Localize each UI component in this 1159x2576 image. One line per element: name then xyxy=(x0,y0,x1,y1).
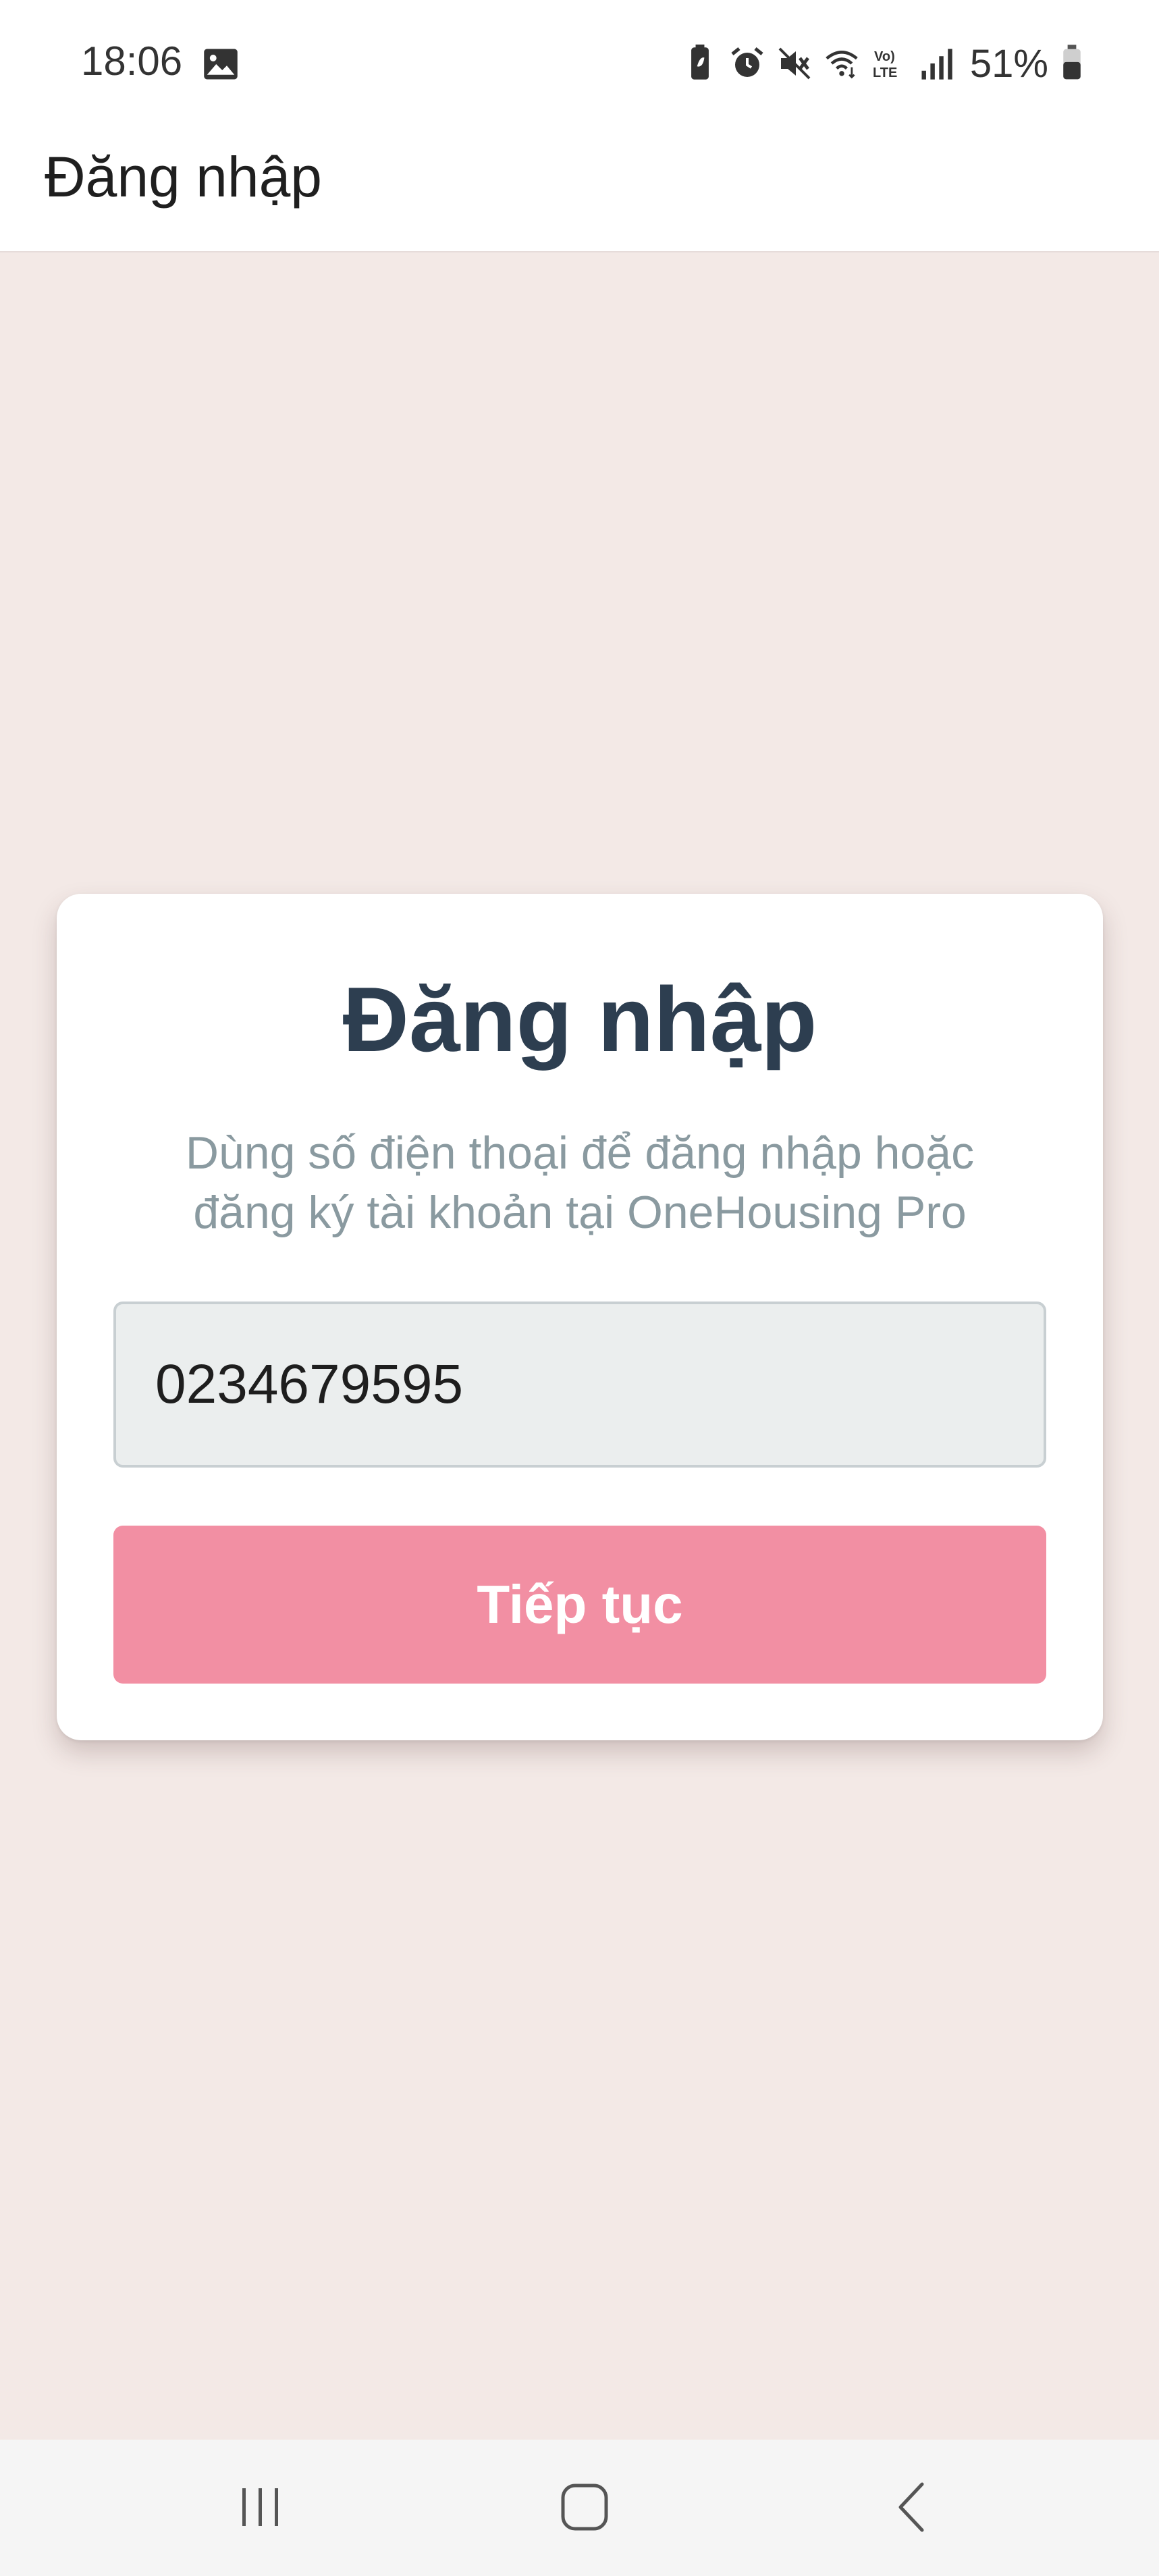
recents-icon xyxy=(242,2488,278,2526)
continue-button[interactable]: Tiếp tục xyxy=(113,1526,1046,1684)
back-button[interactable] xyxy=(864,2467,959,2548)
wifi-icon xyxy=(826,51,858,79)
alarm-icon xyxy=(731,47,763,77)
battery-percent: 51% xyxy=(969,41,1048,86)
image-icon xyxy=(204,49,238,80)
svg-text:Vo): Vo) xyxy=(874,49,895,64)
signal-icon xyxy=(921,49,952,80)
back-icon xyxy=(898,2482,924,2532)
subtitle-line-2: đăng ký tài khoản tại OneHousing Pro xyxy=(193,1187,967,1238)
navigation-bar xyxy=(0,2440,1159,2576)
volte-icon: Vo) LTE xyxy=(873,49,897,80)
login-card: Đăng nhập Dùng số điện thoại để đăng nhậ… xyxy=(57,894,1103,1740)
login-card-title: Đăng nhập xyxy=(342,968,817,1071)
status-icons: Vo) LTE 51% xyxy=(682,39,1083,88)
mute-icon xyxy=(778,47,811,80)
battery-saver-icon xyxy=(691,45,709,80)
login-card-subtitle: Dùng số điện thoại để đăng nhập hoặc đăn… xyxy=(97,1123,1062,1242)
app-bar-title: Đăng nhập xyxy=(45,145,323,209)
status-bar: 18:06 Vo) LTE 51% xyxy=(0,0,1159,128)
svg-text:LTE: LTE xyxy=(873,65,897,80)
status-time: 18:06 xyxy=(81,38,183,84)
phone-input[interactable] xyxy=(113,1302,1046,1468)
login-screen: 18:06 Vo) LTE 51% Đăng nhập Đăng nhập Dù… xyxy=(0,0,1159,2576)
home-button[interactable] xyxy=(537,2467,632,2548)
subtitle-line-1: Dùng số điện thoại để đăng nhập hoặc xyxy=(185,1127,975,1179)
app-bar: Đăng nhập xyxy=(0,128,1159,252)
home-icon xyxy=(561,2484,608,2531)
battery-icon xyxy=(1063,45,1081,80)
recents-button[interactable] xyxy=(213,2467,308,2548)
